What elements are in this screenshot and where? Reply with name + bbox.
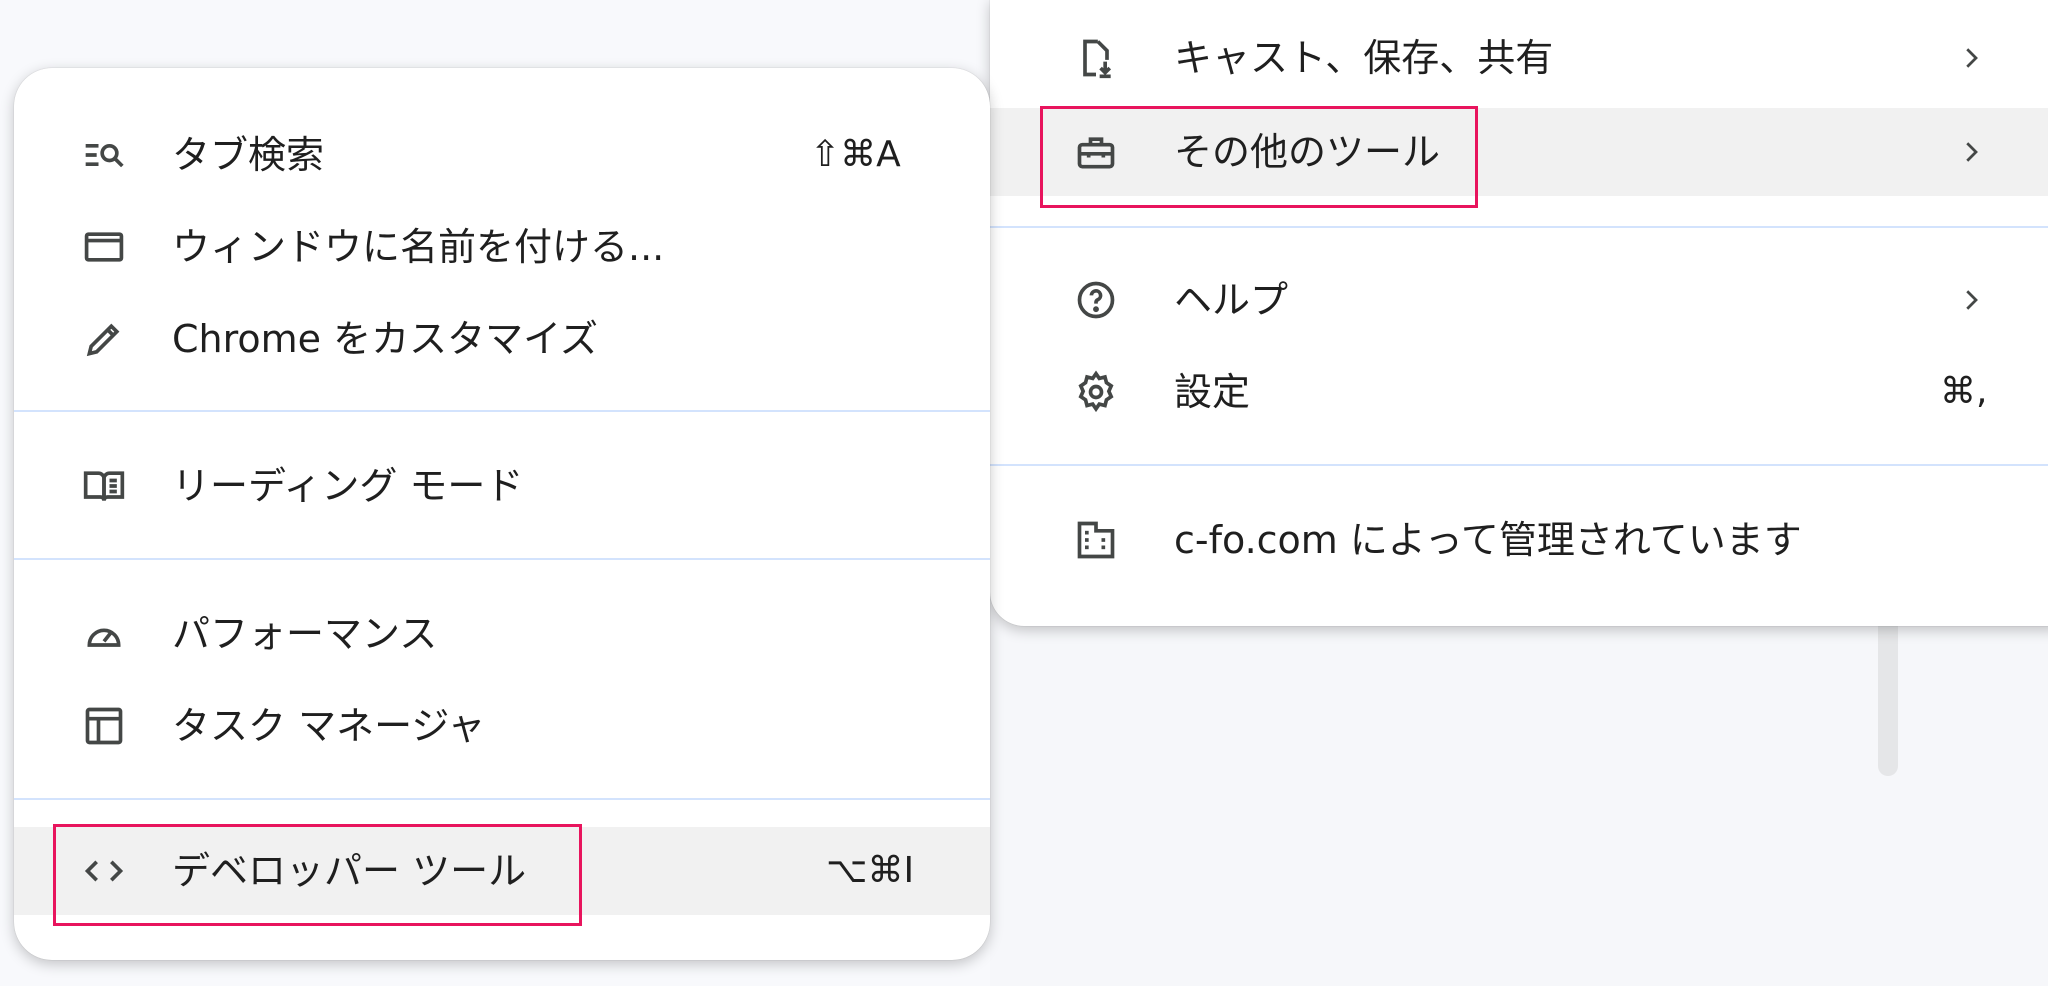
menu-separator	[990, 226, 2048, 228]
menu-item-managed-by[interactable]: c-fo.com によって管理されています	[990, 496, 2048, 584]
pencil-icon	[82, 317, 126, 361]
book-icon	[82, 464, 126, 508]
menu-item-label: ヘルプ	[1174, 278, 1289, 322]
submenu-item-label: タスク マネージャ	[172, 704, 486, 748]
submenu-item-label: Chrome をカスタマイズ	[172, 317, 598, 361]
tab-search-icon	[82, 133, 126, 177]
task-manager-icon	[82, 704, 126, 748]
scrollbar[interactable]	[1878, 610, 1898, 776]
menu-item-more-tools[interactable]: その他のツール	[990, 108, 2048, 196]
code-icon	[82, 849, 126, 893]
help-icon	[1074, 278, 1118, 322]
toolbox-icon	[1074, 130, 1118, 174]
menu-separator	[14, 798, 990, 800]
chrome-main-menu: キャスト、保存、共有 その他のツール ヘルプ 設定 ⌘, c-fo.com によ…	[990, 0, 2048, 626]
building-icon	[1074, 518, 1118, 562]
menu-item-settings[interactable]: 設定 ⌘,	[990, 348, 2048, 436]
chevron-right-icon	[1966, 142, 1978, 162]
menu-item-label: その他のツール	[1174, 130, 1441, 174]
submenu-item-label: リーディング モード	[172, 464, 524, 508]
shortcut-label: ⌘,	[1940, 371, 1988, 412]
menu-item-label: キャスト、保存、共有	[1174, 36, 1554, 80]
more-tools-submenu: タブ検索 ⇧⌘A ウィンドウに名前を付ける... Chrome をカスタマイズ …	[14, 68, 990, 960]
submenu-item-customize-chrome[interactable]: Chrome をカスタマイズ	[14, 295, 990, 383]
chevron-right-icon	[1966, 48, 1978, 68]
submenu-item-label: タブ検索	[172, 133, 325, 177]
menu-item-label: 設定	[1174, 370, 1251, 414]
menu-item-help[interactable]: ヘルプ	[990, 256, 2048, 344]
gear-icon	[1074, 370, 1118, 414]
menu-separator	[14, 558, 990, 560]
submenu-item-name-window[interactable]: ウィンドウに名前を付ける...	[14, 203, 990, 291]
submenu-item-label: パフォーマンス	[172, 612, 438, 656]
submenu-item-task-manager[interactable]: タスク マネージャ	[14, 682, 990, 770]
chevron-right-icon	[1966, 290, 1978, 310]
shortcut-label: ⌥⌘I	[826, 850, 915, 891]
menu-separator	[14, 410, 990, 412]
menu-separator	[990, 464, 2048, 466]
submenu-item-reading-mode[interactable]: リーディング モード	[14, 442, 990, 530]
window-icon	[82, 225, 126, 269]
cast-save-share-icon	[1074, 36, 1118, 80]
menu-item-cast-save-share[interactable]: キャスト、保存、共有	[990, 14, 2048, 102]
submenu-item-performance[interactable]: パフォーマンス	[14, 590, 990, 678]
submenu-item-developer-tools[interactable]: デベロッパー ツール ⌥⌘I	[14, 827, 990, 915]
shortcut-label: ⇧⌘A	[810, 134, 901, 175]
submenu-item-label: ウィンドウに名前を付ける...	[172, 225, 665, 269]
speedometer-icon	[82, 612, 126, 656]
menu-item-label: c-fo.com によって管理されています	[1174, 518, 1802, 562]
submenu-item-tab-search[interactable]: タブ検索 ⇧⌘A	[14, 111, 990, 199]
submenu-item-label: デベロッパー ツール	[172, 849, 527, 893]
